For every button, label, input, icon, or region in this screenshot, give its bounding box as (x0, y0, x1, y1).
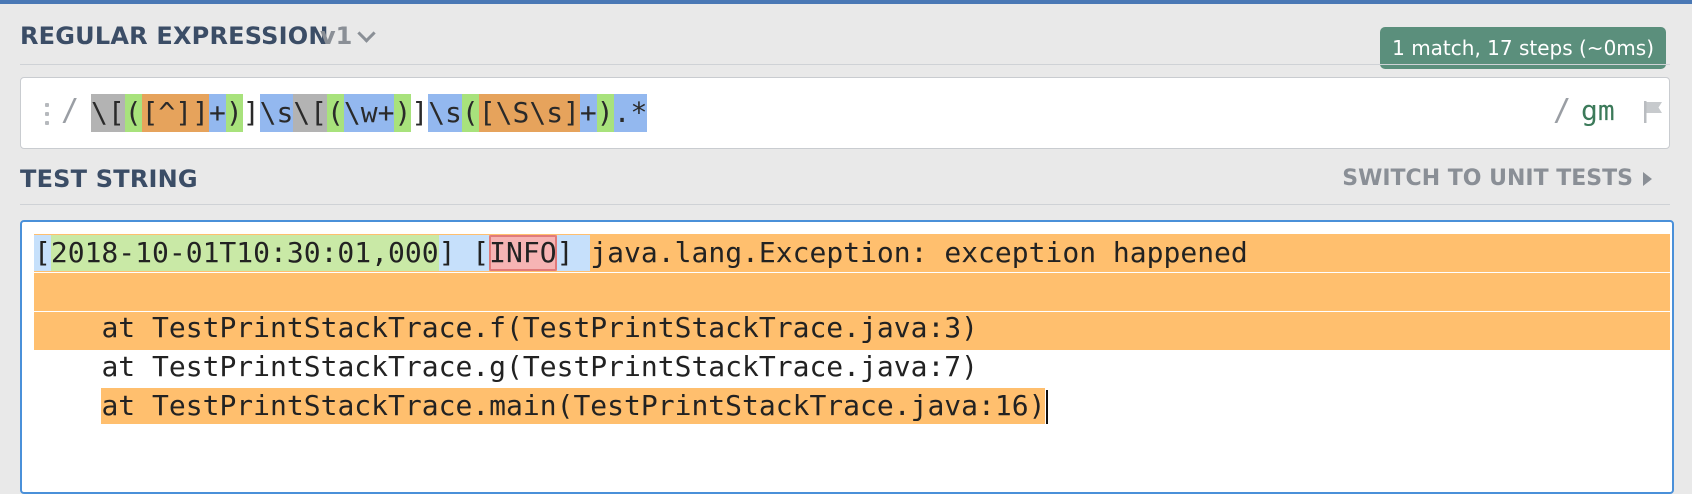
regex-token: ( (124, 94, 142, 132)
match-group-text: INFO (489, 235, 557, 271)
regex-token: ) (596, 94, 614, 132)
version-dropdown[interactable]: v1 (320, 22, 377, 50)
switch-label: SWITCH TO UNIT TESTS (1342, 166, 1633, 191)
test-string-editor[interactable]: [2018-10-01T10:30:01,000] [INFO] java.la… (20, 220, 1674, 494)
regex-input[interactable]: / \[([^]]+)]\s\[(\w+)]\s([\S\s]+).* / gm (20, 77, 1670, 149)
match-group-text: ] (556, 235, 591, 271)
match-group-text: java.lang.Exception: exception happened (590, 235, 1248, 271)
match-group-text: 2018-10-01T10:30:01,000 (50, 235, 439, 271)
match-info-badge: 1 match, 17 steps (~0ms) (1380, 27, 1666, 69)
regex-token: [^]] (141, 94, 210, 132)
regex-token: [\S\s] (478, 94, 580, 132)
regex-close-delimiter: / (1553, 93, 1572, 128)
test-line: at TestPrintStackTrace.f(TestPrintStackT… (34, 274, 978, 344)
regex-token: + (209, 94, 226, 132)
regex-flags-button[interactable]: gm (1581, 94, 1615, 127)
test-section-title: TEST STRING (20, 165, 198, 193)
drag-handle-icon[interactable] (45, 103, 49, 125)
top-accent-bar (0, 0, 1692, 4)
regex-token: ( (461, 94, 479, 132)
flag-icon[interactable] (1643, 100, 1665, 124)
regex-token: \[ (293, 94, 328, 132)
test-line-text: at TestPrintStackTrace.main(TestPrintSta… (101, 388, 1046, 424)
divider (20, 64, 1670, 65)
divider (20, 204, 1670, 205)
regex-token: \[ (91, 94, 125, 132)
regex-token: ] (411, 96, 429, 129)
regex-section-title: REGULAR EXPRESSION (20, 22, 329, 50)
switch-to-unit-tests-button[interactable]: SWITCH TO UNIT TESTS (1342, 166, 1652, 191)
regex-token: .* (613, 94, 648, 132)
test-line: [2018-10-01T10:30:01,000] [INFO] java.la… (34, 235, 1248, 271)
regex-open-delimiter: / (61, 93, 80, 128)
chevron-right-icon (1643, 171, 1652, 186)
match-group-text: [ (34, 235, 51, 271)
chevron-down-icon (357, 23, 377, 43)
text-caret (1046, 390, 1049, 424)
regex-pattern[interactable]: \[([^]]+)]\s\[(\w+)]\s([\S\s]+).* (91, 94, 648, 132)
match-group-text: ] [ (438, 235, 490, 271)
regex-token: + (579, 94, 597, 132)
regex-token: ) (225, 94, 243, 132)
version-label: v1 (320, 22, 353, 50)
regex-token: ] (242, 96, 260, 129)
regex-token: \s (428, 94, 462, 132)
regex-token: \s (259, 94, 294, 132)
regex-token: ( (327, 94, 344, 132)
test-line: at TestPrintStackTrace.main(TestPrintSta… (34, 352, 1049, 424)
regex-token: \w+ (343, 94, 395, 132)
test-line: at TestPrintStackTrace.g(TestPrintStackT… (34, 313, 978, 383)
regex-token: ) (394, 94, 412, 132)
